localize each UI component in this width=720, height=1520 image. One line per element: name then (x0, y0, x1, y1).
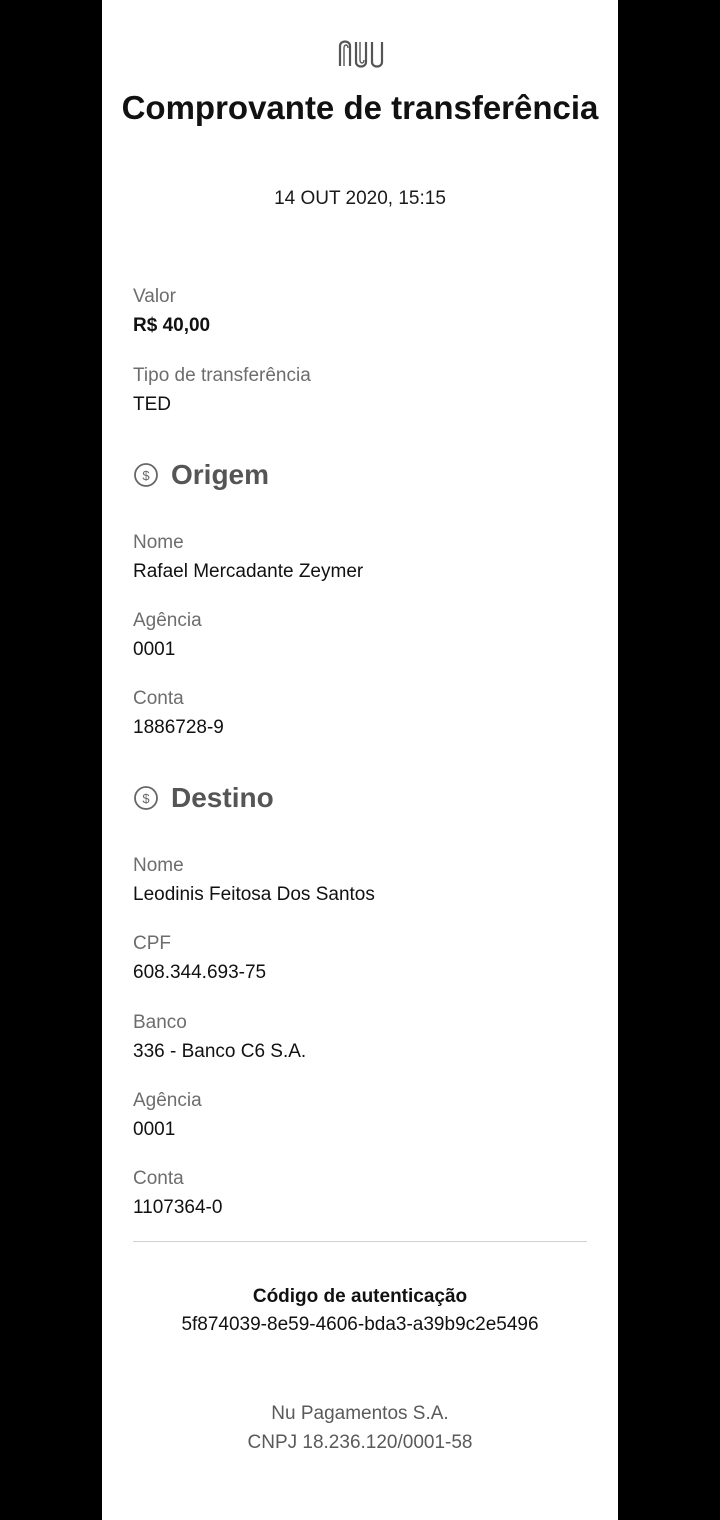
field-destino-cpf: CPF 608.344.693-75 (133, 932, 603, 985)
svg-text:$: $ (142, 468, 150, 483)
field-value: 0001 (133, 639, 176, 660)
nubank-logo-icon (338, 40, 384, 68)
field-label: Nome (133, 855, 184, 876)
field-value: 0001 (133, 1119, 176, 1140)
auth-code-value: 5f874039-8e59-4606-bda3-a39b9c2e5496 (181, 1314, 539, 1335)
field-origem-agencia: Agência 0001 (133, 609, 603, 662)
auth-code-label: Código de autenticação (252, 1286, 468, 1307)
divider (133, 1241, 587, 1242)
section-title: Origem (171, 459, 270, 490)
field-label: Conta (133, 688, 184, 709)
field-label: Banco (133, 1012, 187, 1033)
field-label: Tipo de transferência (133, 365, 311, 386)
field-destino-nome: Nome Leodinis Feitosa Dos Santos (133, 854, 603, 907)
field-value: 336 - Banco C6 S.A. (133, 1041, 307, 1062)
field-origem-nome: Nome Rafael Mercadante Zeymer (133, 531, 603, 584)
field-value: 1107364-0 (133, 1197, 223, 1218)
field-value: Leodinis Feitosa Dos Santos (133, 884, 375, 905)
field-label: Valor (133, 286, 176, 307)
field-value: 1886728-9 (133, 717, 224, 738)
field-label: Agência (133, 1090, 202, 1111)
money-circle-icon: $ (134, 463, 158, 487)
section-destino: $ Destino (133, 780, 274, 816)
money-circle-icon: $ (134, 786, 158, 810)
footer-company: Nu Pagamentos S.A. (271, 1403, 449, 1424)
page-title: Comprovante de transferência (121, 89, 599, 126)
field-valor: Valor R$ 40,00 (133, 285, 603, 338)
field-value: 608.344.693-75 (133, 962, 267, 983)
field-value: TED (133, 394, 171, 415)
section-title: Destino (171, 782, 274, 813)
transfer-datetime: 14 OUT 2020, 15:15 (274, 188, 446, 209)
field-destino-banco: Banco 336 - Banco C6 S.A. (133, 1011, 603, 1064)
field-label: CPF (133, 933, 171, 954)
field-label: Agência (133, 610, 202, 631)
field-value: Rafael Mercadante Zeymer (133, 561, 364, 582)
field-label: Nome (133, 532, 184, 553)
field-tipo: Tipo de transferência TED (133, 364, 603, 417)
receipt-sheet: Comprovante de transferência 14 OUT 2020… (102, 0, 618, 1520)
field-origem-conta: Conta 1886728-9 (133, 687, 603, 740)
field-destino-agencia: Agência 0001 (133, 1089, 603, 1142)
field-label: Conta (133, 1168, 184, 1189)
svg-text:$: $ (142, 791, 150, 806)
field-destino-conta: Conta 1107364-0 (133, 1167, 603, 1220)
footer-cnpj: CNPJ 18.236.120/0001-58 (247, 1432, 473, 1453)
field-value: R$ 40,00 (133, 315, 211, 336)
section-origem: $ Origem (133, 457, 269, 493)
